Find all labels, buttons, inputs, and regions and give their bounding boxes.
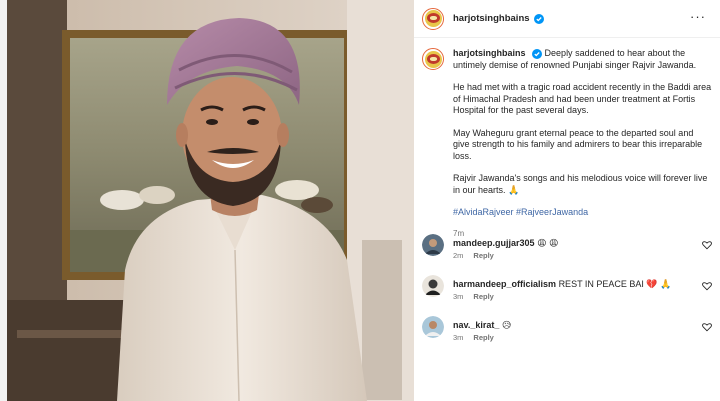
caption-text: harjotsinghbains Deeply saddened to hear… — [453, 48, 712, 239]
comment-username[interactable]: mandeep.gujjar305 — [453, 238, 535, 248]
caption-author-avatar[interactable] — [422, 48, 444, 70]
comment-username[interactable]: harmandeep_officialism — [453, 279, 556, 289]
comment-text: 😩 😩 — [537, 238, 559, 248]
caption-paragraph-4: Rajvir Jawanda's songs and his melodious… — [453, 173, 708, 195]
caption-paragraph-3: May Waheguru grant eternal peace to the … — [453, 127, 703, 161]
comment-time: 3m — [453, 292, 464, 301]
heart-icon[interactable] — [702, 281, 712, 291]
post-photo[interactable] — [7, 0, 414, 401]
post-caption: harjotsinghbains Deeply saddened to hear… — [422, 48, 712, 239]
verified-badge-icon — [532, 48, 543, 59]
comment-text: REST IN PEACE BAI 💔 🙏 — [558, 279, 672, 289]
reply-button[interactable]: Reply — [473, 251, 493, 260]
comment-item: nav._kirat_ 😥 3m Reply — [422, 316, 720, 357]
author-avatar[interactable] — [422, 7, 444, 30]
more-options-icon[interactable]: ··· — [690, 10, 706, 23]
heart-icon[interactable] — [702, 240, 712, 250]
comment-item: harmandeep_officialism REST IN PEACE BAI… — [422, 275, 720, 316]
comment-time: 2m — [453, 251, 464, 260]
comment-item: mandeep.gujjar305 😩 😩 2m Reply — [422, 234, 720, 275]
comments-list: mandeep.gujjar305 😩 😩 2m Reply harmandeep… — [422, 234, 720, 357]
commenter-avatar[interactable] — [422, 316, 444, 338]
caption-paragraph-2: He had met with a tragic road accident r… — [453, 82, 712, 115]
backdrop-strip — [0, 0, 7, 401]
commenter-avatar[interactable] — [422, 234, 444, 256]
post-side-panel: harjotsinghbains ··· harjotsinghbains De… — [414, 0, 720, 401]
author-username[interactable]: harjotsinghbains — [453, 13, 530, 24]
heart-icon[interactable] — [702, 322, 712, 332]
reply-button[interactable]: Reply — [473, 333, 493, 342]
comment-text: 😥 — [501, 320, 512, 330]
post-image — [7, 0, 414, 401]
caption-username[interactable]: harjotsinghbains — [453, 48, 526, 58]
post-header: harjotsinghbains ··· — [414, 0, 720, 38]
hashtag-alvida[interactable]: #AlvidaRajveer — [453, 207, 514, 217]
reply-button[interactable]: Reply — [473, 292, 493, 301]
comment-username[interactable]: nav._kirat_ — [453, 320, 499, 330]
prayer-emoji: 🙏 — [508, 184, 520, 195]
verified-badge-icon — [533, 13, 544, 24]
hashtags: #AlvidaRajveer #RajveerJawanda — [453, 207, 712, 219]
instagram-post-modal: harjotsinghbains ··· harjotsinghbains De… — [0, 0, 720, 401]
commenter-avatar[interactable] — [422, 275, 444, 297]
comment-time: 3m — [453, 333, 464, 342]
hashtag-jawanda[interactable]: #RajveerJawanda — [516, 207, 588, 217]
